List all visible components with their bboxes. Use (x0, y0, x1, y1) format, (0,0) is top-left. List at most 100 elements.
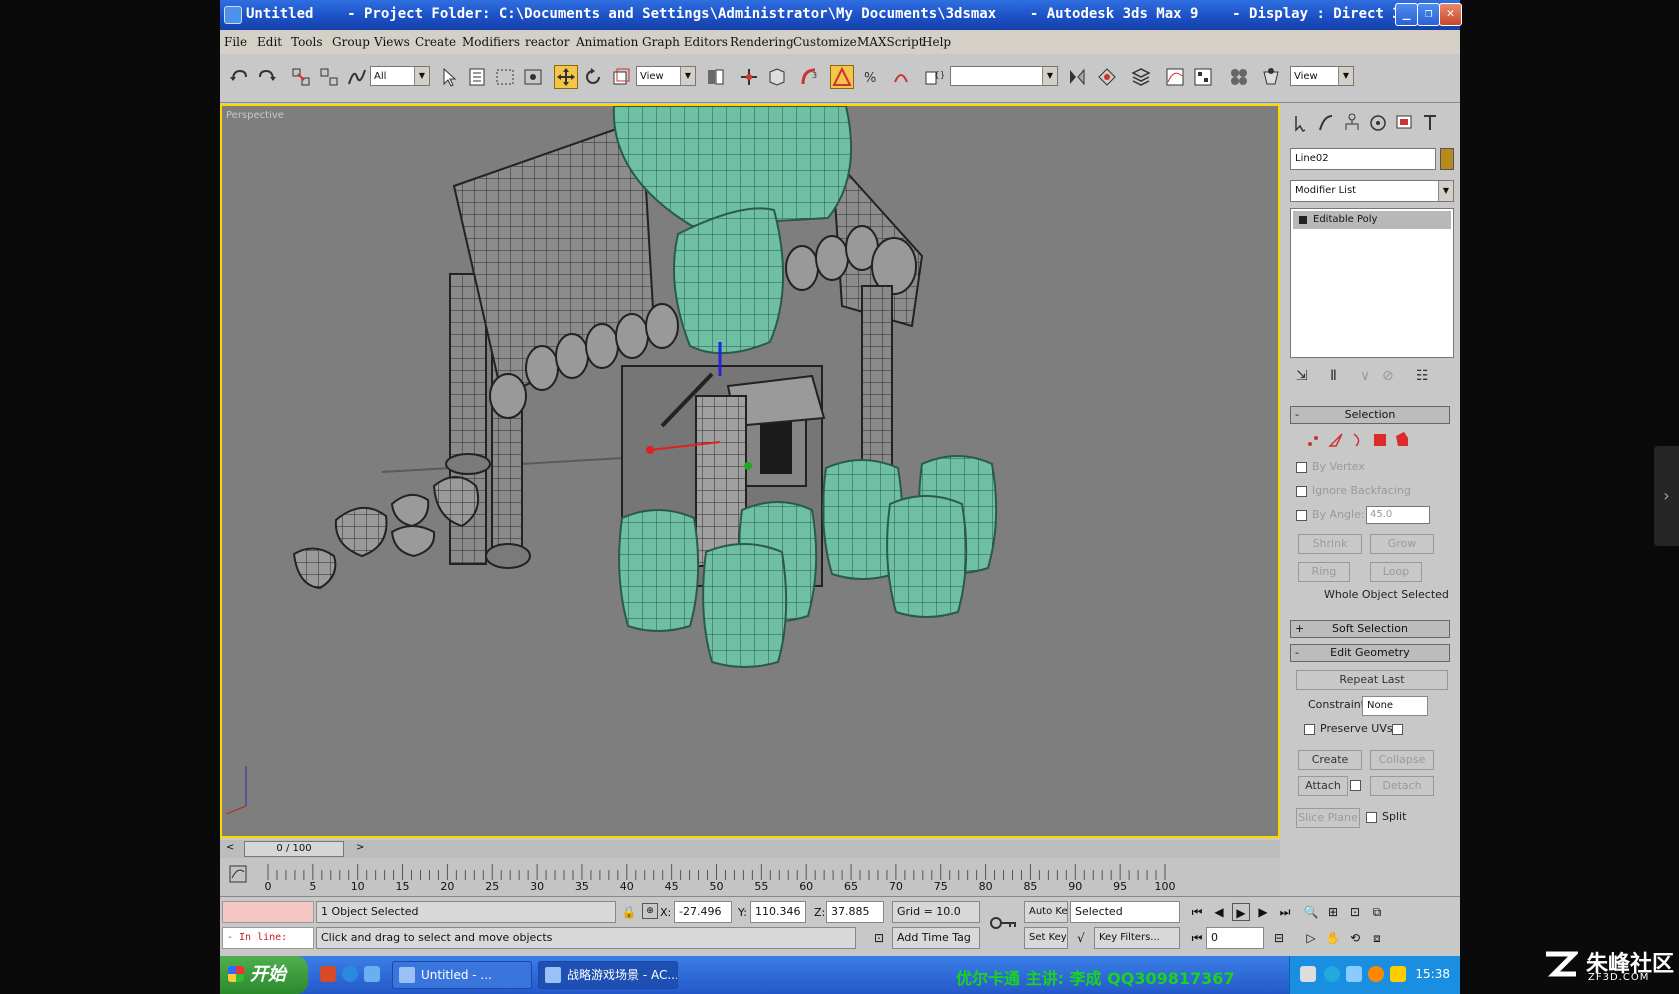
detach-button[interactable]: Detach (1370, 776, 1434, 796)
menu-file[interactable]: File (224, 35, 247, 49)
preserve-uvs-settings-icon[interactable] (1392, 724, 1403, 735)
menu-graph-editors[interactable]: Graph Editors (642, 35, 728, 49)
undo-icon[interactable] (228, 66, 250, 88)
add-time-tag-button[interactable]: Add Time Tag (892, 927, 980, 949)
schematic-view-icon[interactable] (1192, 66, 1214, 88)
close-button[interactable]: ✕ (1439, 3, 1462, 26)
modify-tab-icon[interactable] (1316, 112, 1336, 134)
maximize-viewport-icon[interactable]: ⧈ (1368, 929, 1386, 947)
key-icon[interactable] (988, 911, 1018, 935)
menu-create[interactable]: Create (415, 35, 456, 49)
edit-named-selection-icon[interactable]: {} (922, 66, 944, 88)
split-checkbox[interactable] (1366, 812, 1377, 823)
select-and-manipulate-icon[interactable] (738, 66, 760, 88)
selection-rollout-header[interactable]: - Selection (1290, 406, 1450, 424)
tray-icon[interactable] (1324, 966, 1340, 982)
stack-item-editable-poly[interactable]: Editable Poly (1293, 211, 1451, 229)
perspective-viewport[interactable]: Perspective (220, 104, 1280, 838)
preserve-uvs-checkbox[interactable] (1304, 724, 1315, 735)
arc-rotate-icon[interactable]: ⟲ (1346, 929, 1364, 947)
y-coordinate-field[interactable]: 110.346 (750, 901, 806, 923)
configure-modifier-sets-icon[interactable]: ☷ (1416, 368, 1429, 384)
menu-group[interactable]: Group (332, 35, 370, 49)
show-desktop-icon[interactable] (364, 966, 380, 982)
window-crossing-icon[interactable] (522, 66, 544, 88)
create-tab-icon[interactable] (1290, 112, 1310, 134)
task-3dsmax[interactable]: Untitled - ... (392, 961, 532, 989)
time-slider-next[interactable]: > (356, 842, 364, 853)
key-mode-dropdown[interactable]: Selected (1070, 901, 1180, 923)
pan-view-icon[interactable]: ✋ (1324, 929, 1342, 947)
render-scene-icon[interactable] (1260, 66, 1282, 88)
polygon-level-icon[interactable] (1374, 434, 1386, 446)
key-mode-toggle-icon[interactable]: ⏮ (1188, 929, 1206, 947)
pin-stack-icon[interactable]: ⇲ (1296, 368, 1308, 384)
field-of-view-icon[interactable]: ▷ (1302, 929, 1320, 947)
select-and-scale-icon[interactable] (610, 66, 632, 88)
motion-tab-icon[interactable] (1368, 112, 1388, 134)
named-selection-sets-dropdown[interactable]: ▼ (950, 66, 1058, 86)
menu-modifiers[interactable]: Modifiers (462, 35, 520, 49)
object-color-swatch[interactable] (1440, 148, 1454, 170)
object-name-field[interactable]: Line02 (1290, 148, 1436, 170)
make-unique-icon[interactable]: ∨ (1360, 368, 1370, 384)
rectangular-selection-icon[interactable] (494, 66, 516, 88)
zoom-extents-icon[interactable]: ⊡ (1346, 903, 1364, 921)
go-to-start-icon[interactable]: ⏮ (1188, 903, 1206, 921)
go-to-end-icon[interactable]: ⏭ (1276, 903, 1294, 921)
soft-selection-rollout-header[interactable]: + Soft Selection (1290, 620, 1450, 638)
bind-to-space-warp-icon[interactable] (346, 66, 368, 88)
border-level-icon[interactable] (1353, 433, 1360, 447)
menu-rendering[interactable]: Rendering (730, 35, 794, 49)
layer-manager-icon[interactable] (1130, 66, 1152, 88)
utilities-tab-icon[interactable] (1420, 112, 1440, 134)
zoom-extents-all-icon[interactable]: ⧉ (1368, 903, 1386, 921)
loop-button[interactable]: Loop (1370, 562, 1422, 582)
edge-level-icon[interactable] (1328, 433, 1343, 447)
lock-selection-icon[interactable]: 🔒 (620, 903, 638, 921)
angle-snap-toggle-icon[interactable] (830, 65, 854, 89)
by-vertex-checkbox[interactable] (1296, 462, 1307, 473)
material-editor-icon[interactable] (1228, 66, 1250, 88)
previous-frame-icon[interactable]: ◀ (1210, 903, 1228, 921)
app-icon[interactable] (224, 6, 242, 24)
curve-editor-icon[interactable] (1164, 66, 1186, 88)
selection-filter-dropdown[interactable]: All ▼ (370, 66, 430, 86)
auto-key-button[interactable]: Auto Key (1024, 901, 1068, 923)
grow-button[interactable]: Grow (1370, 534, 1434, 554)
constraints-dropdown[interactable]: None (1362, 696, 1428, 716)
attach-list-icon[interactable] (1350, 780, 1361, 791)
vertex-level-icon[interactable] (1308, 436, 1318, 446)
time-configuration-icon[interactable]: ⊟ (1270, 929, 1288, 947)
menu-edit[interactable]: Edit (257, 35, 282, 49)
select-by-name-icon[interactable] (466, 66, 488, 88)
modifier-list-dropdown[interactable]: Modifier List ▼ (1290, 180, 1454, 202)
attach-button[interactable]: Attach (1298, 776, 1348, 796)
chevron-right-icon[interactable]: › (1654, 446, 1679, 546)
tray-icon[interactable] (1300, 966, 1316, 982)
repeat-last-button[interactable]: Repeat Last (1296, 670, 1448, 690)
unlink-selection-icon[interactable] (318, 66, 340, 88)
remove-modifier-icon[interactable]: ⊘ (1382, 368, 1394, 384)
time-tag-icon[interactable]: ⊡ (870, 929, 888, 947)
quicklaunch-app-icon[interactable] (320, 966, 336, 982)
tray-icon[interactable] (1346, 966, 1362, 982)
absolute-mode-icon[interactable]: ⊕ (642, 903, 658, 919)
menu-animation[interactable]: Animation (576, 35, 638, 49)
select-and-rotate-icon[interactable] (582, 66, 604, 88)
redo-icon[interactable] (256, 66, 278, 88)
next-frame-icon[interactable]: ▶ (1254, 903, 1272, 921)
spinner-snap-icon[interactable] (890, 66, 912, 88)
hierarchy-tab-icon[interactable] (1342, 112, 1362, 134)
by-angle-spinner[interactable]: 45.0 (1366, 506, 1430, 524)
set-key-icon[interactable]: √ (1072, 929, 1090, 947)
zoom-all-icon[interactable]: ⊞ (1324, 903, 1342, 921)
current-frame-field[interactable]: 0 (1206, 927, 1264, 949)
time-slider-thumb[interactable]: 0 / 100 (244, 841, 344, 857)
track-bar[interactable]: 0 5 10 15 20 25 30 35 40 45 50 55 60 65 70 75 80 85 90 95 10… (220, 858, 1280, 896)
menu-customize[interactable]: Customize (793, 35, 857, 49)
show-end-result-icon[interactable]: Ⅱ (1330, 368, 1337, 384)
ring-button[interactable]: Ring (1298, 562, 1350, 582)
select-and-move-icon[interactable] (554, 65, 578, 89)
maxscript-mini-listener[interactable]: - In line: (222, 927, 314, 949)
